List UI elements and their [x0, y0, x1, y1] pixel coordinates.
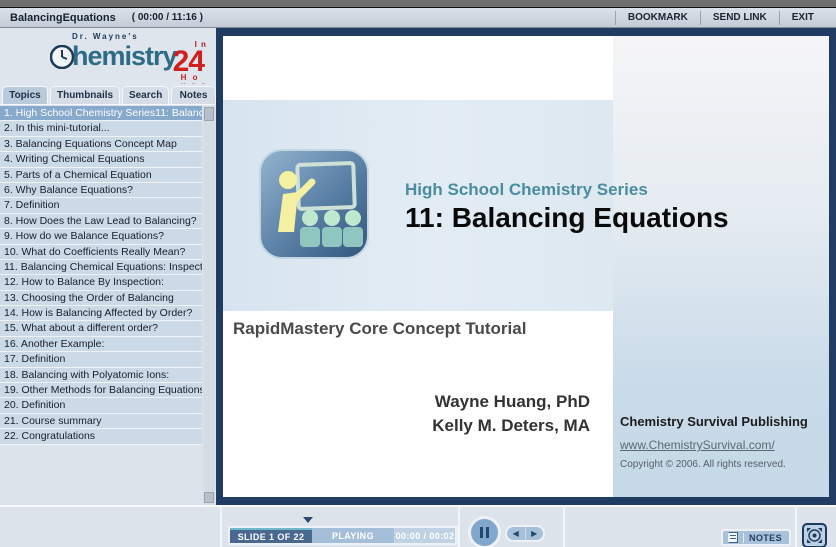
- sidebar-tab[interactable]: Notes: [171, 86, 216, 104]
- logo-chemistry: hemistry: [50, 41, 178, 72]
- topic-list-item[interactable]: 3. Balancing Equations Concept Map: [0, 136, 202, 153]
- pause-icon: [486, 527, 489, 538]
- copyright-text: Copyright © 2006. All rights reserved.: [620, 459, 786, 470]
- teacher-classroom-icon: [259, 149, 369, 259]
- topic-list-item[interactable]: 20. Definition: [0, 398, 202, 414]
- fullscreen-button[interactable]: [802, 523, 827, 547]
- slide-time-segment: 00:00 / 00:02: [395, 528, 455, 543]
- titlebar-action-button[interactable]: EXIT: [778, 10, 826, 25]
- slide-authors: Wayne Huang, PhD Kelly M. Deters, MA: [432, 390, 590, 438]
- scrollbar-thumb[interactable]: [204, 107, 214, 121]
- scrollbar-bottom-button[interactable]: [204, 492, 214, 503]
- author-name: Wayne Huang, PhD: [434, 392, 590, 411]
- presentation-title: BalancingEquations: [10, 11, 116, 24]
- slide-progress-bar[interactable]: SLIDE 1 OF 22 PLAYING 00:00 / 00:02: [228, 526, 458, 545]
- fullscreen-expand-icon: [807, 528, 822, 543]
- slide-stage: High School Chemistry Series 11: Balanci…: [216, 28, 836, 505]
- sidebar-tabs: Topics Thumbnails Search Notes: [0, 84, 216, 104]
- titlebar-action-button[interactable]: SEND LINK: [699, 10, 779, 25]
- sidebar-tab[interactable]: Search: [122, 86, 170, 104]
- topic-list-item[interactable]: 10. What do Coefficients Really Mean?: [0, 244, 202, 260]
- publisher-name: Chemistry Survival Publishing: [620, 414, 808, 429]
- slide-counter-segment[interactable]: SLIDE 1 OF 22: [230, 528, 312, 543]
- next-slide-button[interactable]: ▶: [526, 527, 544, 540]
- topic-list-item[interactable]: 4. Writing Chemical Equations: [0, 152, 202, 168]
- topic-list-item[interactable]: 9. How do we Balance Equations?: [0, 229, 202, 245]
- publisher-website-link[interactable]: www.ChemistrySurvival.com/: [620, 438, 820, 452]
- publisher-block: Chemistry Survival Publishing www.Chemis…: [620, 414, 820, 470]
- slide-subtitle: RapidMastery Core Concept Tutorial: [233, 319, 527, 338]
- panel-divider: [220, 507, 222, 547]
- slide-step-controls: ◀ ▶: [505, 525, 545, 542]
- previous-slide-button[interactable]: ◀: [507, 527, 526, 540]
- pause-icon: [480, 527, 483, 538]
- topic-list-item[interactable]: 16. Another Example:: [0, 336, 202, 353]
- topic-list-item[interactable]: 14. How is Balancing Affected by Order?: [0, 306, 202, 322]
- topics-scrollbar[interactable]: [203, 106, 215, 505]
- topic-list-item[interactable]: 6. Why Balance Equations?: [0, 182, 202, 199]
- topic-list-item[interactable]: 17. Definition: [0, 352, 202, 368]
- sidebar: Dr. Wayne's hemistry I n 24 H o u r s: [0, 28, 216, 505]
- topic-list-item[interactable]: 18. Balancing with Polyatomic Ions:: [0, 367, 202, 384]
- topic-list-item[interactable]: 12. How to Balance By Inspection:: [0, 275, 202, 291]
- topic-list-item[interactable]: 15. What about a different order?: [0, 321, 202, 337]
- topic-list-item[interactable]: 11. Balancing Chemical Equations: Inspec…: [0, 259, 202, 276]
- titlebar-action-button[interactable]: BOOKMARK: [614, 10, 700, 25]
- sidebar-tab[interactable]: Topics: [2, 86, 48, 104]
- topic-list-item[interactable]: 13. Choosing the Order of Balancing: [0, 290, 202, 307]
- notes-icon: [727, 532, 738, 543]
- slide-main-title: 11: Balancing Equations: [405, 202, 729, 233]
- topic-list-item[interactable]: 2. In this mini-tutorial...: [0, 121, 202, 137]
- sidebar-tab[interactable]: Thumbnails: [49, 86, 121, 104]
- pause-button[interactable]: [468, 516, 501, 547]
- notes-button-label: NOTES: [742, 532, 782, 543]
- playing-status-segment: PLAYING: [312, 528, 395, 543]
- title-bar: BalancingEquations ( 00:00 / 11:16 ) BOO…: [0, 8, 836, 28]
- playback-bar: SLIDE 1 OF 22 PLAYING 00:00 / 00:02 ◀ ▶ …: [0, 505, 836, 547]
- total-time: ( 00:00 / 11:16 ): [131, 12, 203, 23]
- clock-icon: [50, 44, 74, 69]
- slide-canvas: High School Chemistry Series 11: Balanci…: [223, 36, 829, 497]
- panel-divider: [795, 507, 797, 547]
- topics-list: 1. High School Chemistry Series11: Balan…: [0, 106, 202, 505]
- topic-list-item[interactable]: 8. How Does the Law Lead to Balancing?: [0, 213, 202, 230]
- notes-button[interactable]: NOTES: [720, 529, 791, 546]
- titlebar-actions: BOOKMARK SEND LINK EXIT: [614, 8, 826, 27]
- topic-list-item[interactable]: 22. Congratulations: [0, 429, 202, 445]
- chemistry24-logo: Dr. Wayne's hemistry I n 24 H o u r s: [0, 28, 216, 84]
- topic-list-item[interactable]: 19. Other Methods for Balancing Equation…: [0, 383, 202, 399]
- window-top-strip: [0, 0, 836, 8]
- topic-list-item[interactable]: 5. Parts of a Chemical Equation: [0, 167, 202, 183]
- topic-list-item[interactable]: 21. Course summary: [0, 413, 202, 430]
- panel-divider: [563, 507, 565, 547]
- panel-divider: [458, 507, 460, 547]
- topic-list-item[interactable]: 7. Definition: [0, 198, 202, 214]
- logo-dr-waynes: Dr. Wayne's: [72, 32, 139, 41]
- logo-hours: H o u r s: [180, 73, 206, 85]
- topic-list-item[interactable]: 1. High School Chemistry Series11: Balan…: [0, 106, 202, 122]
- topics-panel: 1. High School Chemistry Series11: Balan…: [0, 104, 216, 505]
- slide-series-heading: High School Chemistry Series: [405, 180, 648, 199]
- playhead-marker[interactable]: [303, 517, 313, 523]
- author-name: Kelly M. Deters, MA: [432, 416, 590, 435]
